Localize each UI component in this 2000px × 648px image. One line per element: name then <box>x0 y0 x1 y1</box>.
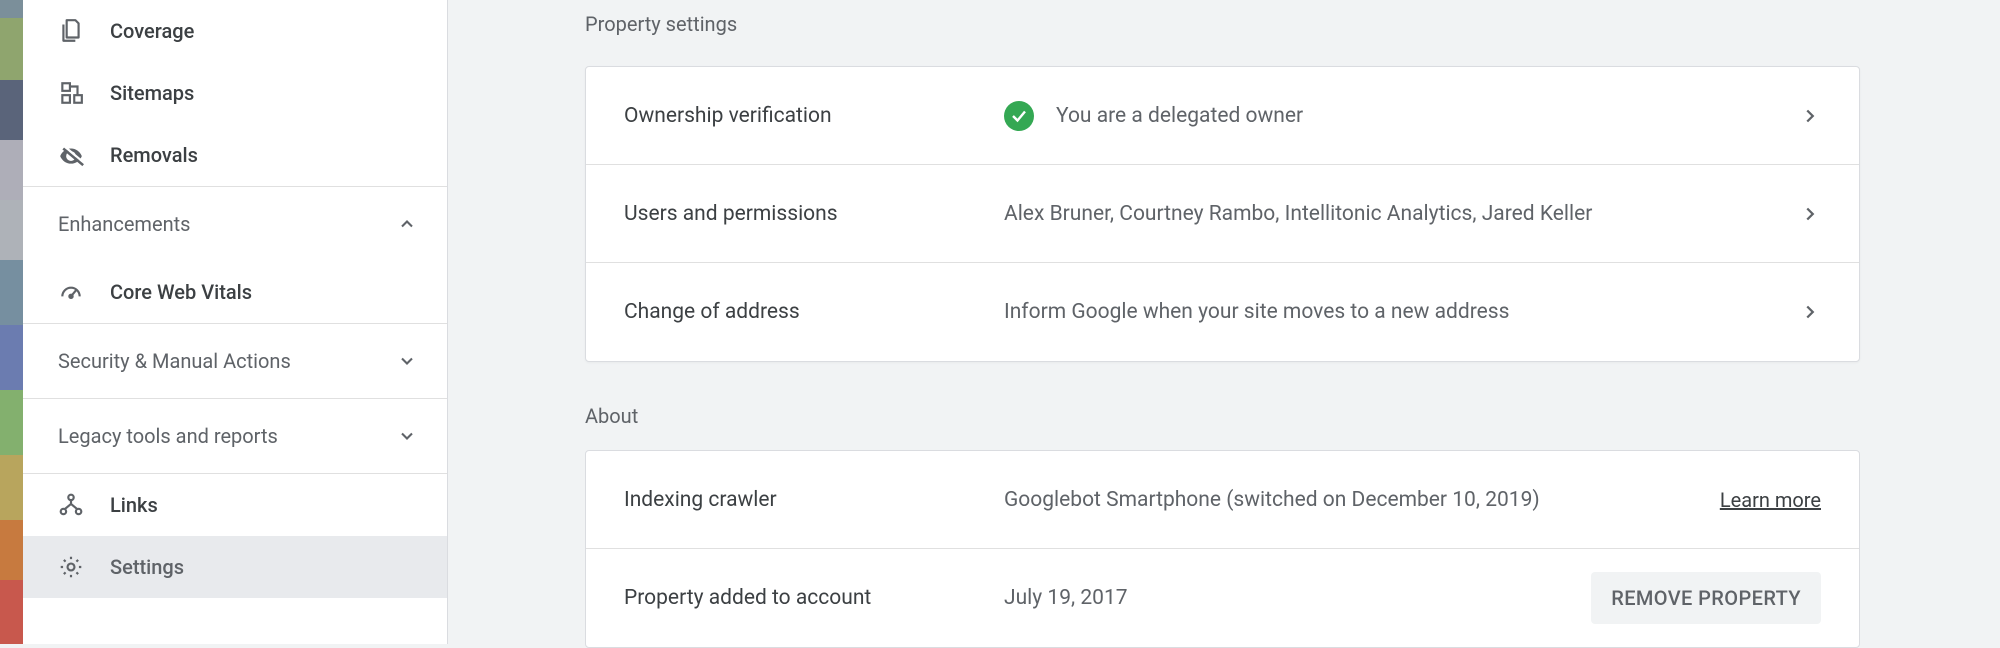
chevron-up-icon <box>397 214 417 234</box>
sidebar-section-label: Legacy tools and reports <box>58 424 278 448</box>
property-settings-card: Ownership verification You are a delegat… <box>585 66 1860 362</box>
sidebar-item-removals[interactable]: Removals <box>23 124 447 186</box>
sidebar-item-label: Removals <box>110 143 198 167</box>
row-value: July 19, 2017 <box>1004 586 1591 610</box>
row-label: Change of address <box>624 300 1004 324</box>
chevron-down-icon <box>397 426 417 446</box>
sidebar-item-sitemaps[interactable]: Sitemaps <box>23 62 447 124</box>
sidebar-item-label: Coverage <box>110 19 194 43</box>
sidebar-item-coverage[interactable]: Coverage <box>23 0 447 62</box>
row-indexing-crawler: Indexing crawler Googlebot Smartphone (s… <box>586 451 1859 549</box>
sidebar-section-label: Enhancements <box>58 212 190 236</box>
row-change-of-address[interactable]: Change of address Inform Google when you… <box>586 263 1859 361</box>
sidebar-item-label: Links <box>110 493 158 517</box>
row-value: Googlebot Smartphone (switched on Decemb… <box>1004 488 1720 512</box>
main-content: Property settings Ownership verification… <box>448 0 2000 644</box>
row-label: Indexing crawler <box>624 488 1004 512</box>
row-value-text: Googlebot Smartphone (switched on Decemb… <box>1004 488 1540 512</box>
about-card: Indexing crawler Googlebot Smartphone (s… <box>585 450 1860 648</box>
row-label: Users and permissions <box>624 202 1004 226</box>
sidebar-item-label: Settings <box>110 555 184 579</box>
check-circle-icon <box>1004 101 1034 131</box>
row-value: You are a delegated owner <box>1004 101 1799 131</box>
speedometer-icon <box>58 279 110 305</box>
sidebar-section-security[interactable]: Security & Manual Actions <box>23 324 447 398</box>
sidebar-section-legacy[interactable]: Legacy tools and reports <box>23 399 447 473</box>
learn-more-link[interactable]: Learn more <box>1720 488 1821 512</box>
sidebar-item-label: Core Web Vitals <box>110 280 252 304</box>
color-strip <box>0 0 23 644</box>
row-value-text: Alex Bruner, Courtney Rambo, Intellitoni… <box>1004 202 1592 226</box>
chevron-down-icon <box>397 351 417 371</box>
row-value-text: Inform Google when your site moves to a … <box>1004 300 1509 324</box>
chevron-right-icon <box>1799 203 1821 225</box>
sidebar-item-core-web-vitals[interactable]: Core Web Vitals <box>23 261 447 323</box>
visibility-off-icon <box>58 142 110 168</box>
links-icon <box>58 492 110 518</box>
row-value-text: You are a delegated owner <box>1056 104 1303 128</box>
sidebar-item-settings[interactable]: Settings <box>23 536 447 598</box>
row-value: Inform Google when your site moves to a … <box>1004 300 1799 324</box>
chevron-right-icon <box>1799 105 1821 127</box>
row-property-added: Property added to account July 19, 2017 … <box>586 549 1859 647</box>
chevron-right-icon <box>1799 301 1821 323</box>
pages-icon <box>58 18 110 44</box>
row-label: Property added to account <box>624 586 1004 610</box>
sidebar: Coverage Sitemaps Removals Enhancements <box>23 0 448 644</box>
sidebar-section-label: Security & Manual Actions <box>58 349 291 373</box>
row-users-permissions[interactable]: Users and permissions Alex Bruner, Court… <box>586 165 1859 263</box>
remove-property-button[interactable]: REMOVE PROPERTY <box>1591 572 1821 624</box>
row-value: Alex Bruner, Courtney Rambo, Intellitoni… <box>1004 202 1799 226</box>
sidebar-section-enhancements[interactable]: Enhancements <box>23 187 447 261</box>
gear-icon <box>58 554 110 580</box>
sidebar-item-links[interactable]: Links <box>23 474 447 536</box>
row-label: Ownership verification <box>624 104 1004 128</box>
row-value-text: July 19, 2017 <box>1004 586 1128 610</box>
section-title-property-settings: Property settings <box>585 12 1860 36</box>
sidebar-item-label: Sitemaps <box>110 81 194 105</box>
sitemap-icon <box>58 80 110 106</box>
row-ownership-verification[interactable]: Ownership verification You are a delegat… <box>586 67 1859 165</box>
section-title-about: About <box>585 404 1860 428</box>
